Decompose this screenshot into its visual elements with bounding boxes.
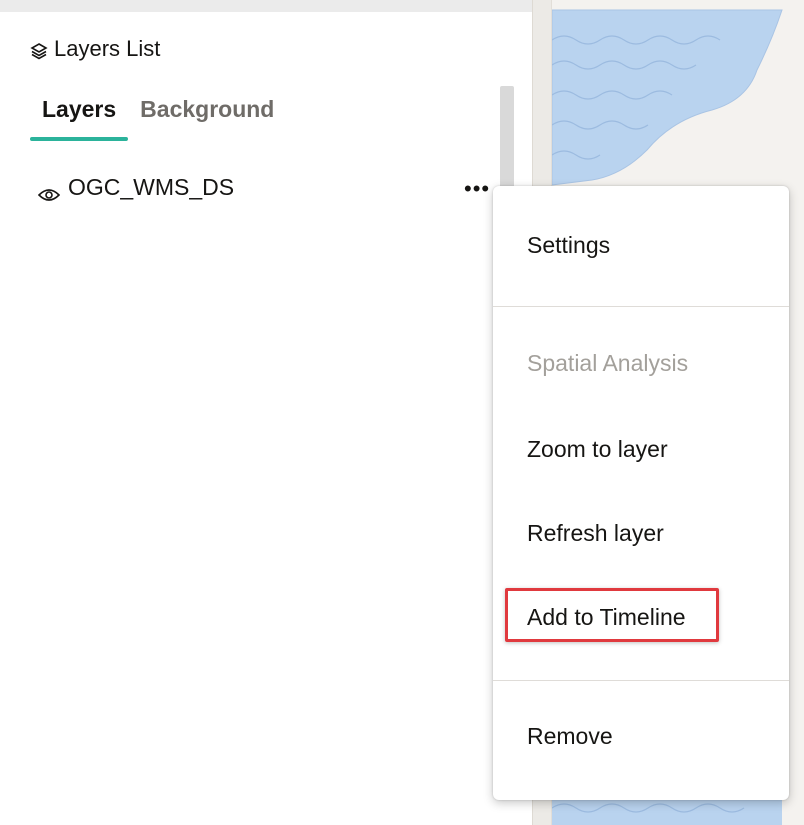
panel-title: Layers List [54, 36, 161, 61]
layer-name: OGC_WMS_DS [68, 174, 235, 200]
menu-item-settings[interactable]: Settings [527, 232, 610, 259]
menu-item-zoom-to-layer[interactable]: Zoom to layer [527, 436, 668, 463]
more-options-button[interactable]: ••• [464, 178, 490, 200]
menu-separator [493, 680, 789, 681]
panel-tabs: Layers Background [30, 96, 286, 141]
menu-item-remove[interactable]: Remove [527, 723, 613, 750]
menu-item-spatial-analysis: Spatial Analysis [527, 350, 689, 376]
panel-header: Layers List [30, 36, 160, 62]
layer-context-menu: Settings Spatial Analysis Zoom to layer … [493, 186, 789, 800]
eye-icon[interactable] [37, 181, 61, 201]
layer-row[interactable]: OGC_WMS_DS [37, 174, 498, 201]
tab-background[interactable]: Background [128, 96, 286, 141]
layers-panel: Layers List Layers Background OGC_WMS_DS… [12, 14, 532, 825]
menu-item-add-to-timeline[interactable]: Add to Timeline [527, 604, 686, 631]
menu-item-refresh-layer[interactable]: Refresh layer [527, 520, 664, 547]
menu-separator [493, 306, 789, 307]
tab-layers[interactable]: Layers [30, 96, 129, 141]
layers-icon [30, 40, 48, 60]
